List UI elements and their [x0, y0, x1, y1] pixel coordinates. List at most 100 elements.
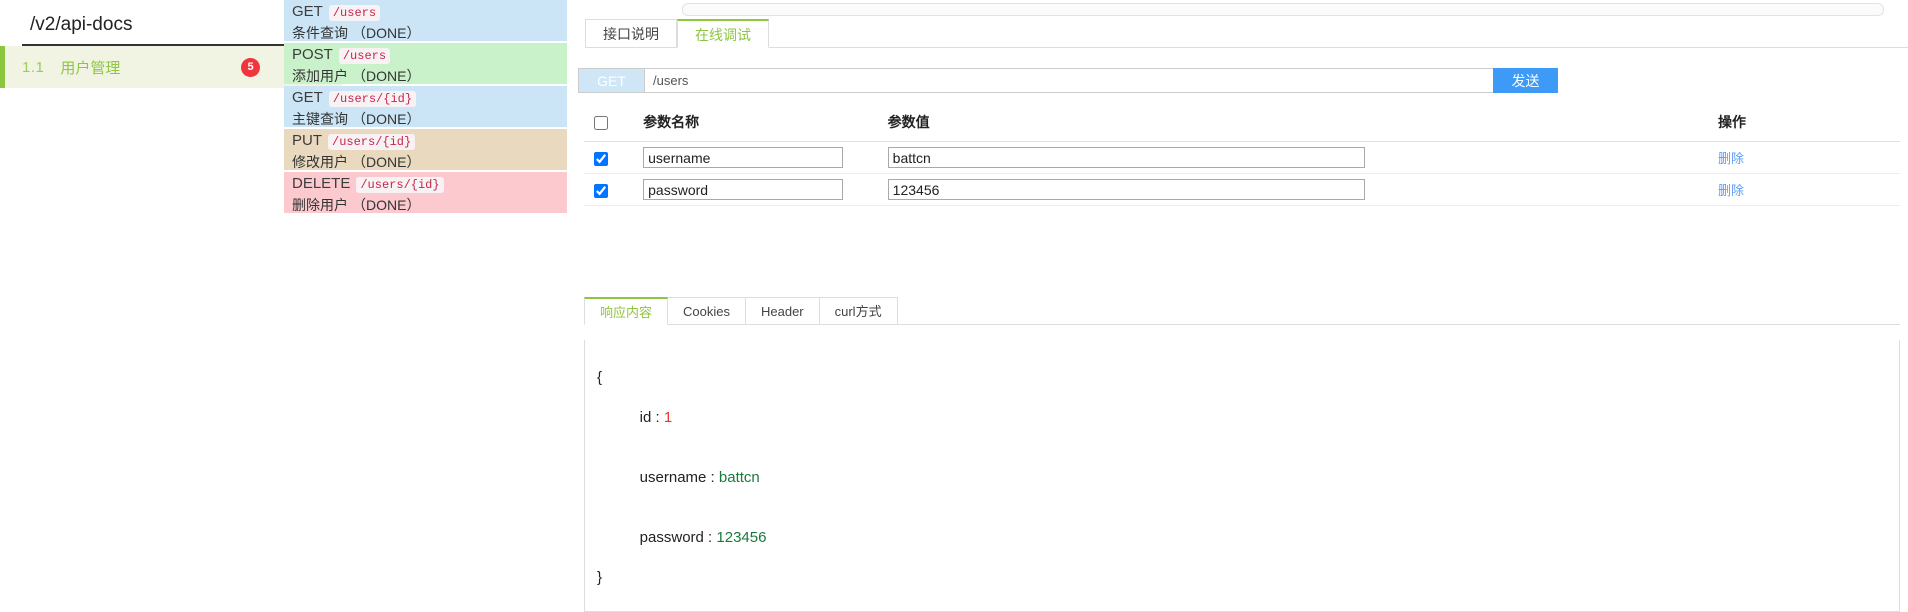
api-path-label: /users/{id}: [328, 91, 417, 107]
detail-tabs: 接口说明 在线调试: [585, 18, 1908, 48]
tab-curl-label: curl方式: [834, 304, 882, 319]
table-row: 删除: [584, 173, 1900, 206]
tab-header[interactable]: Header: [745, 297, 820, 325]
param-operation-cell: 删除: [1717, 141, 1900, 174]
api-item-header: DELETE /users/{id}: [292, 175, 567, 194]
api-method-label: GET: [292, 89, 323, 106]
tab-response-content-label: 响应内容: [600, 305, 653, 320]
response-content-body: { id : 1 username : battcn password : 12…: [584, 340, 1900, 612]
param-value-cell: [887, 141, 1718, 174]
api-summary-text: 删除用户: [292, 197, 348, 213]
json-close-brace: }: [597, 569, 603, 586]
api-item-summary: 删除用户 （DONE）: [292, 195, 567, 213]
tab-header-label: Header: [760, 304, 804, 319]
param-value-cell: [887, 173, 1718, 206]
tab-api-description-label: 接口说明: [603, 26, 659, 42]
param-name-header: 参数名称: [643, 103, 888, 142]
api-item-header: GET /users/{id}: [292, 89, 567, 108]
api-item-header: PUT /users/{id}: [292, 132, 567, 151]
api-item-summary: 条件查询 （DONE）: [292, 23, 567, 41]
sidebar-item-index: 1.1: [22, 58, 45, 76]
param-operation-header: 操作: [1717, 103, 1900, 142]
api-docs-select[interactable]: /v2/api-docs ▼: [22, 5, 322, 46]
api-status-text: （DONE）: [352, 25, 421, 41]
api-method-label: DELETE: [292, 175, 351, 192]
api-method-label: GET: [292, 3, 323, 20]
request-url-bar: GET 发送: [578, 68, 1558, 93]
param-name-input[interactable]: [643, 179, 844, 200]
json-colon: :: [703, 529, 717, 546]
api-status-text: （DONE）: [352, 68, 421, 84]
api-list-item[interactable]: PUT /users/{id} 修改用户 （DONE）: [284, 129, 567, 170]
api-path-label: /users: [338, 48, 391, 64]
api-list-item[interactable]: GET /users 条件查询 （DONE）: [284, 0, 567, 41]
api-item-summary: 修改用户 （DONE）: [292, 152, 567, 170]
request-method-badge: GET: [578, 68, 644, 93]
json-value: battcn: [718, 469, 760, 486]
tab-response-content[interactable]: 响应内容: [584, 297, 669, 325]
json-key: id: [639, 409, 652, 426]
select-all-header: [584, 103, 644, 142]
api-item-header: POST /users: [292, 46, 567, 65]
tab-cookies-label: Cookies: [683, 304, 730, 319]
api-list-item[interactable]: DELETE /users/{id} 删除用户 （DONE）: [284, 172, 567, 213]
api-summary-text: 主键查询: [292, 111, 348, 127]
api-status-text: （DONE）: [352, 111, 421, 127]
api-path-label: /users: [328, 5, 381, 21]
send-request-button[interactable]: 发送: [1493, 68, 1558, 93]
json-colon: :: [706, 469, 719, 486]
param-name-cell: [643, 173, 888, 206]
response-tabs: 响应内容 Cookies Header curl方式: [584, 296, 1900, 325]
param-value-header: 参数值: [887, 103, 1718, 142]
json-open-brace: {: [597, 369, 603, 386]
tab-curl[interactable]: curl方式: [819, 297, 898, 325]
api-docs-select-value: /v2/api-docs: [30, 14, 133, 35]
api-list-item[interactable]: POST /users 添加用户 （DONE）: [284, 43, 567, 84]
param-name-cell: [643, 141, 888, 174]
json-value: 1: [663, 409, 673, 426]
json-key: username: [639, 469, 707, 486]
param-name-input[interactable]: [643, 147, 844, 168]
param-enabled-checkbox[interactable]: [594, 183, 608, 198]
api-item-header: GET /users: [292, 3, 567, 22]
sidebar-item-badge: 5: [241, 57, 260, 77]
json-value: 123456: [716, 529, 767, 546]
api-status-text: （DONE）: [352, 154, 421, 170]
json-field: password : 123456: [597, 508, 1899, 568]
api-endpoint-list: GET /users 条件查询 （DONE） POST /users 添加用户 （D…: [284, 0, 567, 215]
api-item-summary: 主键查询 （DONE）: [292, 109, 567, 127]
json-field: username : battcn: [597, 448, 1899, 508]
param-value-input[interactable]: [887, 179, 1365, 200]
json-field: id : 1: [597, 388, 1899, 448]
sidebar-item-label: 用户管理: [60, 59, 121, 77]
param-value-input[interactable]: [887, 147, 1365, 168]
api-status-text: （DONE）: [352, 197, 421, 213]
json-colon: :: [651, 409, 664, 426]
tab-online-debug[interactable]: 在线调试: [677, 19, 769, 48]
api-item-summary: 添加用户 （DONE）: [292, 66, 567, 84]
api-summary-text: 条件查询: [292, 25, 348, 41]
api-method-label: PUT: [292, 132, 322, 149]
table-header-row: 参数名称 参数值 操作: [584, 103, 1900, 142]
row-checkbox-cell: [584, 141, 644, 174]
api-method-label: POST: [292, 46, 333, 63]
request-url-input[interactable]: [644, 68, 1493, 93]
delete-param-link[interactable]: 删除: [1718, 183, 1744, 198]
api-path-label: /users/{id}: [356, 177, 444, 193]
horizontal-scrollbar[interactable]: [682, 3, 1884, 16]
delete-param-link[interactable]: 删除: [1718, 151, 1744, 166]
param-operation-cell: 删除: [1717, 173, 1900, 206]
api-summary-text: 添加用户: [292, 68, 348, 84]
param-enabled-checkbox[interactable]: [594, 151, 608, 166]
api-list-item[interactable]: GET /users/{id} 主键查询 （DONE）: [284, 86, 567, 127]
tab-cookies[interactable]: Cookies: [668, 297, 746, 325]
tab-api-description[interactable]: 接口说明: [585, 19, 677, 48]
api-summary-text: 修改用户: [292, 154, 348, 170]
select-all-checkbox[interactable]: [594, 116, 608, 131]
json-key: password: [639, 529, 704, 546]
api-path-label: /users/{id}: [328, 134, 416, 150]
request-params-table: 参数名称 参数值 操作 删除: [584, 103, 1900, 206]
table-row: 删除: [584, 141, 1900, 174]
row-checkbox-cell: [584, 173, 644, 206]
tab-online-debug-label: 在线调试: [695, 27, 751, 43]
